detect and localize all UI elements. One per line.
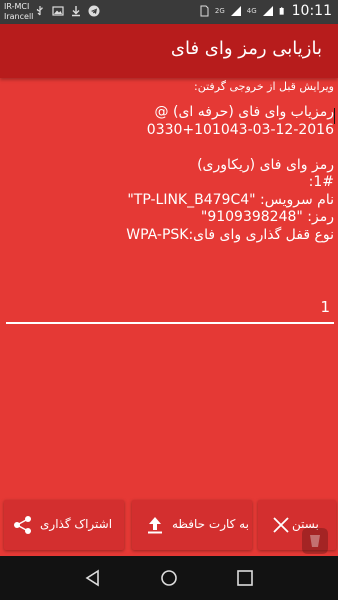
field-underline [6, 322, 334, 324]
page-number-field[interactable]: 1 [6, 298, 334, 324]
text-cursor [334, 108, 335, 124]
editor-line: نام سرویس: "TP-LINK_B479C4" [127, 191, 334, 208]
status-bar: IR-MCI Irancell 2G 4G 10:11 [0, 0, 338, 24]
edit-hint-label: ویرایش قبل از خروجی گرفتن: [194, 80, 334, 93]
carrier-line-2: Irancell [4, 12, 34, 21]
battery-icon [279, 7, 284, 15]
navigation-bar [0, 556, 338, 600]
editor-line: 0330+101043-03-12-2016 [146, 121, 334, 138]
signal-icon [230, 6, 241, 16]
carrier-name: IR-MCI Irancell [4, 2, 33, 22]
close-icon [273, 517, 289, 533]
app-bar: بازیابی رمز وای فای [0, 24, 338, 78]
usb-icon [36, 6, 43, 16]
share-button[interactable]: اشتراک گذاری [4, 500, 124, 550]
editor-line: رمز: "9109398248" [200, 209, 334, 225]
network-type-1: 2G [214, 7, 225, 15]
save-to-sd-label: به کارت حافظه [172, 517, 249, 531]
app-title: بازیابی رمز وای فای [170, 38, 322, 59]
carrier-line-1: IR-MCI [4, 2, 30, 11]
telegram-icon [88, 5, 100, 17]
recent-apps-icon[interactable] [234, 567, 256, 589]
home-icon[interactable] [158, 567, 180, 589]
clock: 10:11 [291, 3, 332, 19]
editor-content[interactable]: رمزیاب وای فای (حرفه ای) @ 0330+101043-0… [4, 104, 334, 244]
save-to-sd-button[interactable]: به کارت حافظه [132, 500, 252, 550]
image-icon [52, 6, 64, 16]
editor-line: رمزیاب وای فای (حرفه ای) @ [154, 104, 334, 120]
editor-line: رمز وای فای (ریکاوری) [197, 156, 334, 173]
signal-icon-2 [262, 6, 273, 16]
back-icon[interactable] [82, 567, 104, 589]
share-button-label: اشتراک گذاری [40, 517, 113, 531]
upload-icon [148, 517, 162, 534]
share-icon [14, 516, 31, 534]
network-type-2: 4G [246, 7, 257, 15]
notification-icons [34, 5, 100, 17]
store-watermark-icon [302, 528, 328, 554]
download-icon [72, 6, 80, 17]
editor-line: :1# [308, 174, 334, 190]
status-right: 2G 4G 10:11 [198, 3, 332, 19]
editor-line: نوع قفل گذاری وای فای:WPA-PSK [126, 226, 334, 243]
sim-icon [200, 5, 209, 17]
